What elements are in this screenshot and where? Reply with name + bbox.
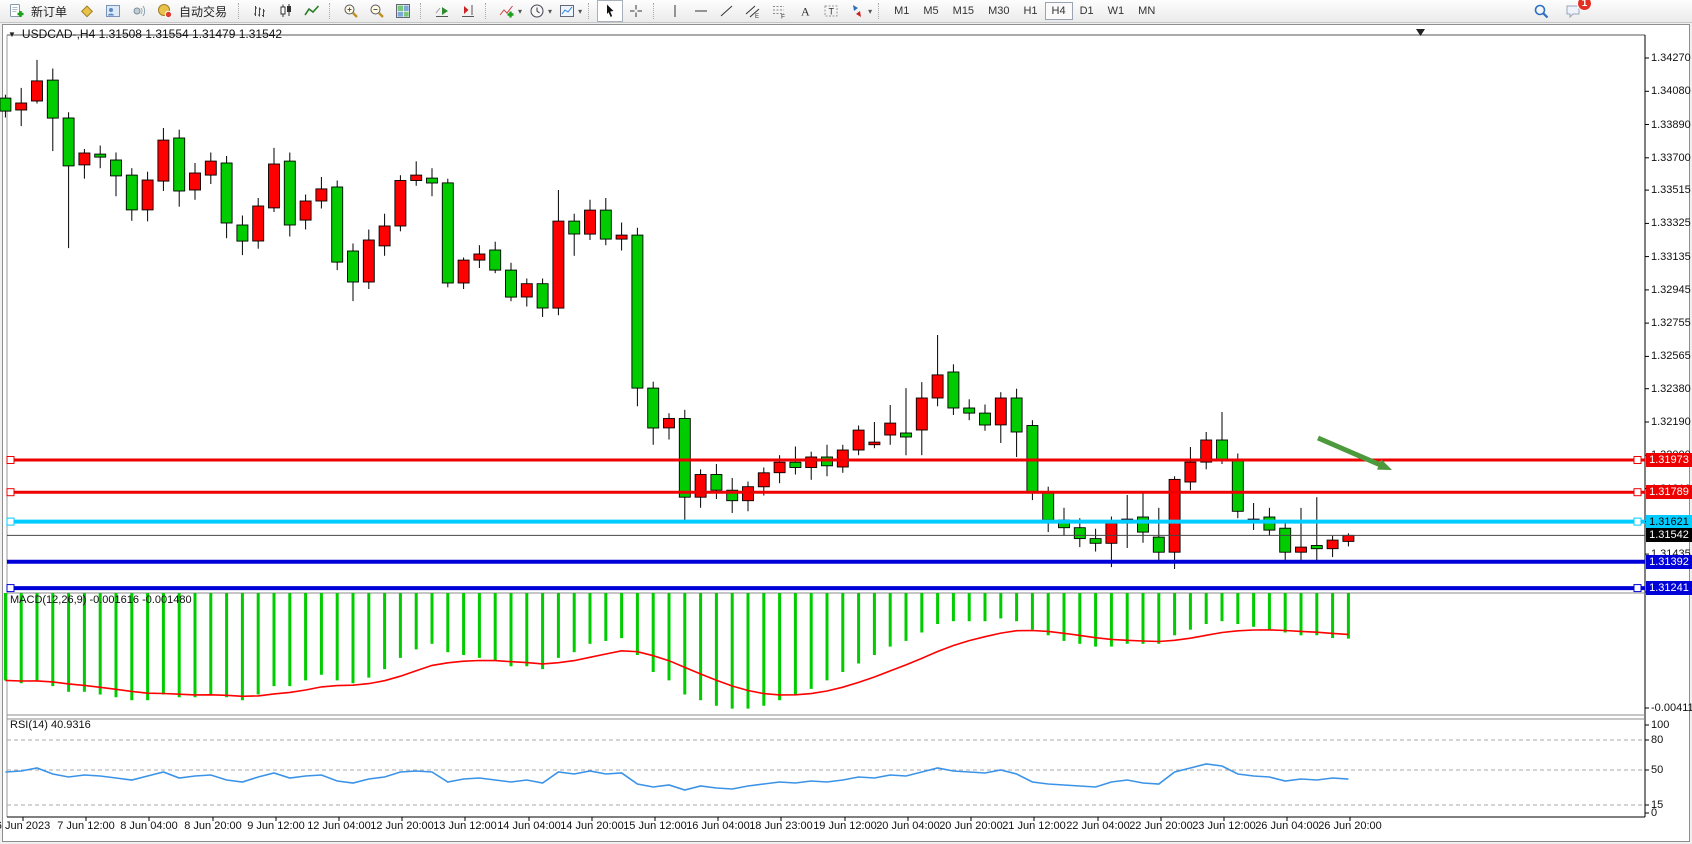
time-axis-label[interactable]: 8 Jun 04:00 <box>120 820 178 832</box>
time-axis-label[interactable]: 13 Jun 12:00 <box>433 820 497 832</box>
trend-arrow-annotation[interactable] <box>1318 438 1392 470</box>
time-axis-label[interactable]: 26 Jun 04:00 <box>1255 820 1319 832</box>
time-axis-label[interactable]: 14 Jun 04:00 <box>497 820 561 832</box>
horizontal-price-lines[interactable] <box>7 457 1645 592</box>
time-axis-label[interactable]: 7 Jun 12:00 <box>57 820 115 832</box>
rsi-axis-label[interactable]: 100 <box>1651 719 1669 731</box>
time-axis-label[interactable]: 15 Jun 12:00 <box>623 820 687 832</box>
time-axis-label[interactable]: 20 Jun 20:00 <box>939 820 1003 832</box>
time-axis-label[interactable]: 12 Jun 20:00 <box>370 820 434 832</box>
price-axis-tick[interactable]: 1.32565 <box>1651 350 1691 362</box>
time-axis-label[interactable]: 16 Jun 04:00 <box>686 820 750 832</box>
rsi-axis-label[interactable]: 50 <box>1651 764 1663 776</box>
price-line-label: 1.31789 <box>1646 485 1692 499</box>
price-axis-tick[interactable]: 1.33515 <box>1651 184 1691 196</box>
price-axis-tick[interactable]: 1.33700 <box>1651 152 1691 164</box>
price-line-label: 1.31973 <box>1646 453 1692 467</box>
time-axis-label[interactable]: 8 Jun 20:00 <box>184 820 242 832</box>
price-line-label: 1.31392 <box>1646 555 1692 569</box>
macd-axis-label[interactable]: -0.004113 <box>1651 702 1692 714</box>
time-axis-label[interactable]: 9 Jun 12:00 <box>247 820 305 832</box>
price-axis-tick[interactable]: 1.33890 <box>1651 119 1691 131</box>
rsi-line <box>5 764 1348 790</box>
time-axis-label[interactable]: 14 Jun 20:00 <box>560 820 624 832</box>
time-axis-label[interactable]: 23 Jun 12:00 <box>1192 820 1256 832</box>
time-axis-label[interactable]: 6 Jun 2023 <box>0 820 50 832</box>
rsi-axis-label[interactable]: 0 <box>1651 807 1657 819</box>
time-axis-label[interactable]: 22 Jun 20:00 <box>1129 820 1193 832</box>
time-axis-label[interactable]: 19 Jun 12:00 <box>813 820 877 832</box>
price-axis-tick-marks <box>1645 58 1649 813</box>
chart-canvas[interactable] <box>0 0 1692 844</box>
time-axis-label[interactable]: 21 Jun 12:00 <box>1002 820 1066 832</box>
chart-title: ▼ USDCAD-,H4 1.31508 1.31554 1.31479 1.3… <box>8 27 282 41</box>
rsi-indicator-label: RSI(14) 40.9316 <box>10 719 91 731</box>
price-axis-tick[interactable]: 1.32190 <box>1651 416 1691 428</box>
rsi-panel-graphics <box>5 740 1645 805</box>
pane-borders <box>7 35 1645 817</box>
price-axis-tick[interactable]: 1.33135 <box>1651 251 1691 263</box>
rsi-axis-label[interactable]: 80 <box>1651 734 1663 746</box>
time-axis-label[interactable]: 20 Jun 04:00 <box>876 820 940 832</box>
macd-histogram <box>5 593 1348 709</box>
price-axis-tick[interactable]: 1.34270 <box>1651 52 1691 64</box>
price-axis-tick[interactable]: 1.34080 <box>1651 85 1691 97</box>
price-line-label: 1.31621 <box>1646 515 1692 529</box>
price-axis-tick[interactable]: 1.32945 <box>1651 284 1691 296</box>
chart-dropdown-icon[interactable]: ▼ <box>8 30 16 39</box>
time-axis-label[interactable]: 26 Jun 20:00 <box>1318 820 1382 832</box>
price-axis-tick[interactable]: 1.32755 <box>1651 317 1691 329</box>
macd-signal-line <box>5 630 1348 696</box>
chart-title-text: USDCAD-,H4 1.31508 1.31554 1.31479 1.315… <box>22 27 282 41</box>
price-line-label: 1.31241 <box>1646 581 1692 595</box>
time-axis-label[interactable]: 12 Jun 04:00 <box>307 820 371 832</box>
price-line-label: 1.31542 <box>1646 528 1692 542</box>
time-axis-label[interactable]: 18 Jun 23:00 <box>749 820 813 832</box>
macd-indicator-label: MACD(12,26,9) -0.001616 -0.001480 <box>10 594 192 606</box>
price-axis-tick[interactable]: 1.32380 <box>1651 383 1691 395</box>
price-axis-tick[interactable]: 1.33325 <box>1651 217 1691 229</box>
time-axis-label[interactable]: 22 Jun 04:00 <box>1066 820 1130 832</box>
